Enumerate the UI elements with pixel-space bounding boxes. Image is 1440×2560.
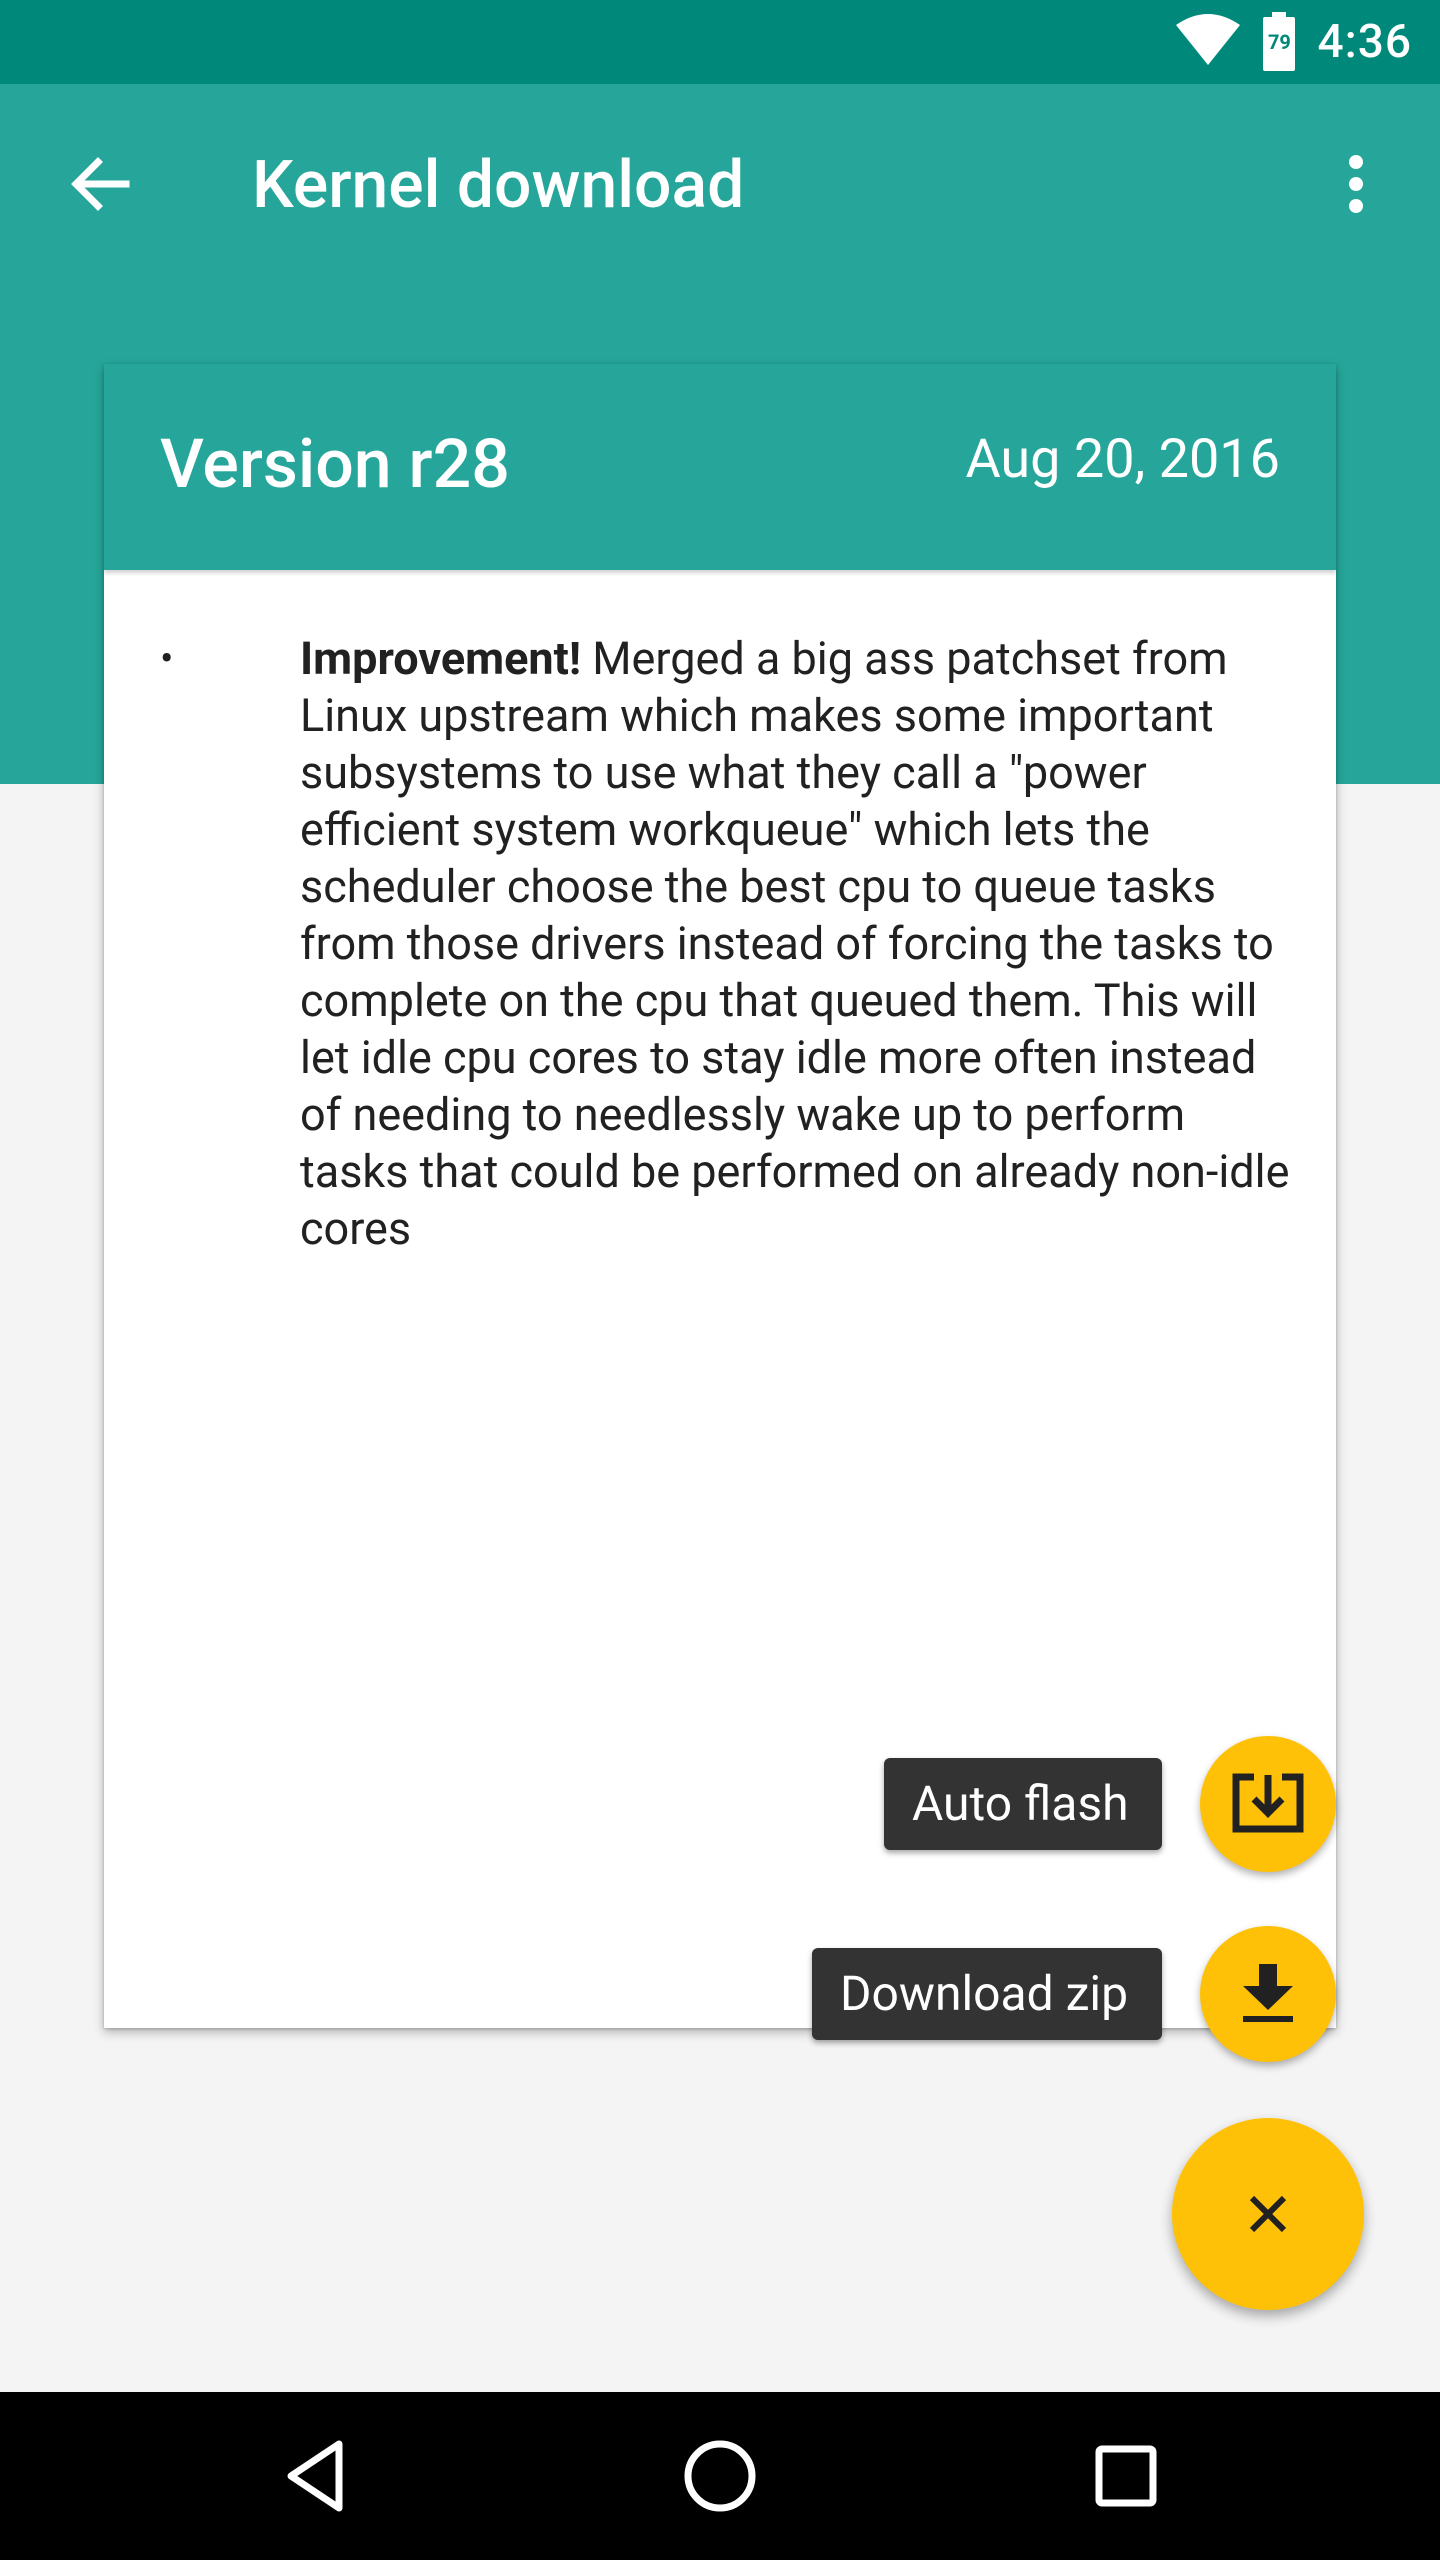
battery-icon: 79 [1261, 12, 1297, 72]
nav-back-button[interactable] [256, 2416, 376, 2536]
entry-text: Merged a big ass patchset from Linux ups… [300, 632, 1290, 1255]
wifi-icon [1175, 13, 1241, 71]
download-zip-button[interactable] [1200, 1926, 1336, 2062]
download-icon [1243, 1964, 1293, 2022]
back-button[interactable] [52, 136, 148, 232]
battery-level: 79 [1267, 30, 1291, 54]
nav-home-button[interactable] [660, 2416, 780, 2536]
version-title: Version r28 [160, 424, 510, 504]
more-vert-icon [1349, 155, 1363, 213]
auto-flash-button[interactable] [1200, 1736, 1336, 1872]
install-to-device-icon [1232, 1773, 1304, 1833]
changelog-entry: Improvement! Merged a big ass patchset f… [300, 630, 1300, 1257]
status-icons: 79 4:36 [1175, 0, 1412, 84]
status-bar: 79 4:36 [0, 0, 1440, 84]
card-header: Version r28 Aug 20, 2016 [104, 364, 1336, 570]
overflow-menu-button[interactable] [1308, 136, 1404, 232]
bullet: • [160, 635, 174, 682]
entry-tag: Improvement! [300, 632, 582, 685]
close-icon [1249, 2195, 1287, 2233]
close-fab-button[interactable] [1172, 2118, 1364, 2310]
page-title: Kernel download [252, 147, 745, 224]
toolbar: Kernel download [0, 84, 1440, 284]
auto-flash-label[interactable]: Auto flash [884, 1758, 1162, 1850]
status-time: 4:36 [1317, 15, 1412, 69]
back-triangle-icon [287, 2440, 343, 2512]
recents-square-icon [1095, 2445, 1157, 2507]
navigation-bar [0, 2392, 1440, 2560]
release-date: Aug 20, 2016 [965, 428, 1280, 491]
nav-recents-button[interactable] [1066, 2416, 1186, 2536]
home-circle-icon [684, 2440, 756, 2512]
arrow-back-icon [71, 157, 130, 211]
download-zip-label[interactable]: Download zip [812, 1948, 1162, 2040]
